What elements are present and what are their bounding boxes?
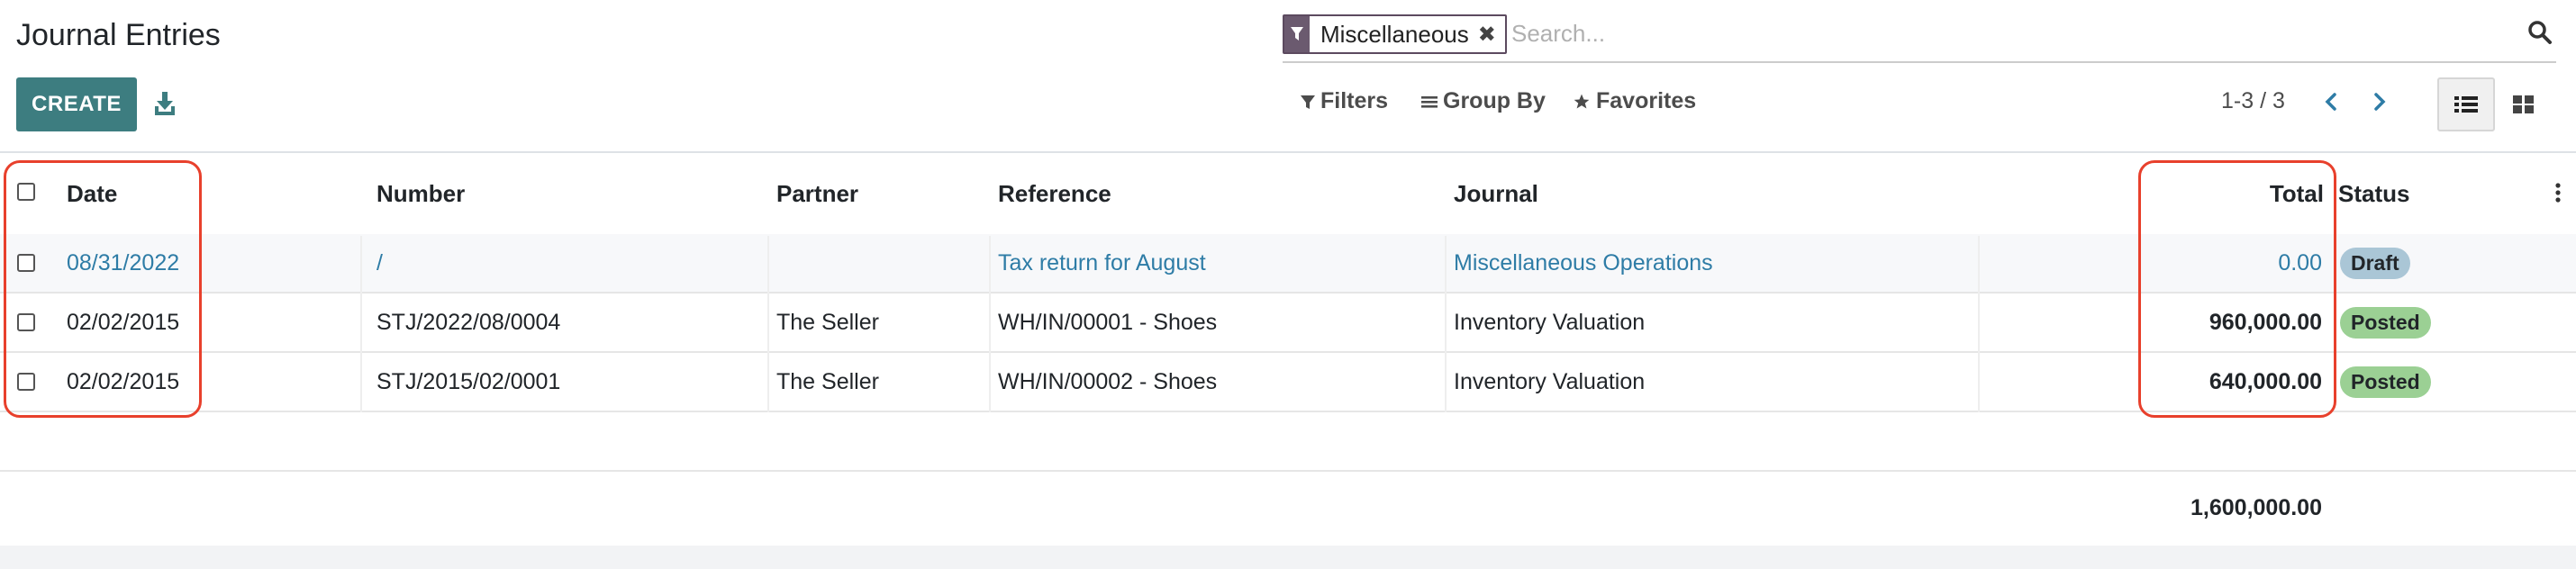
group-by-button[interactable]: Group By bbox=[1421, 88, 1546, 114]
date-column-highlight bbox=[4, 160, 202, 418]
search-input[interactable] bbox=[1510, 14, 2504, 52]
group-by-label: Group By bbox=[1443, 88, 1546, 113]
list-bars-icon bbox=[1421, 95, 1438, 108]
cell-number: STJ/2015/02/0001 bbox=[376, 369, 561, 394]
star-icon bbox=[1574, 94, 1590, 108]
create-button[interactable]: CREATE bbox=[16, 77, 137, 131]
list-view-icon bbox=[2454, 96, 2478, 113]
column-header-status[interactable]: Status bbox=[2338, 180, 2409, 208]
pager-value[interactable]: 1-3 / 3 bbox=[2221, 88, 2285, 114]
grand-total: 1,600,000.00 bbox=[2191, 495, 2322, 520]
status-badge: Draft bbox=[2340, 248, 2410, 279]
table-footer-border bbox=[0, 470, 2576, 472]
column-separator bbox=[360, 236, 362, 412]
facet-remove-icon[interactable]: ✖ bbox=[1477, 16, 1505, 52]
cell-partner: The Seller bbox=[776, 310, 879, 335]
facet-label: Miscellaneous bbox=[1310, 16, 1478, 52]
cell-journal: Inventory Valuation bbox=[1454, 310, 1646, 335]
cell-journal[interactable]: Miscellaneous Operations bbox=[1454, 250, 1713, 276]
cell-reference: WH/IN/00001 - Shoes bbox=[998, 310, 1218, 335]
column-header-reference[interactable]: Reference bbox=[998, 180, 1111, 208]
download-icon[interactable] bbox=[153, 88, 177, 117]
column-separator bbox=[1978, 236, 1980, 412]
cell-journal: Inventory Valuation bbox=[1454, 369, 1646, 394]
page-title: Journal Entries bbox=[16, 18, 221, 52]
status-badge: Posted bbox=[2340, 366, 2431, 398]
search-facet[interactable]: Miscellaneous ✖ bbox=[1283, 14, 1507, 54]
status-badge: Posted bbox=[2340, 307, 2431, 339]
column-header-partner[interactable]: Partner bbox=[776, 180, 858, 208]
cell-reference: WH/IN/00002 - Shoes bbox=[998, 369, 1218, 394]
kanban-view-icon bbox=[2513, 95, 2534, 113]
search-icon[interactable] bbox=[2527, 20, 2553, 45]
column-separator bbox=[1445, 236, 1447, 412]
cell-reference[interactable]: Tax return for August bbox=[998, 250, 1206, 276]
filters-label: Filters bbox=[1320, 88, 1389, 113]
footer-bar bbox=[0, 546, 2576, 569]
total-column-highlight bbox=[2138, 160, 2336, 418]
cell-partner: The Seller bbox=[776, 369, 879, 394]
filters-button[interactable]: Filters bbox=[1301, 88, 1388, 114]
kanban-view-button[interactable] bbox=[2495, 77, 2553, 131]
list-view-button[interactable] bbox=[2437, 77, 2495, 131]
filter-icon bbox=[1284, 16, 1310, 52]
filter-icon bbox=[1301, 95, 1315, 109]
column-header-number[interactable]: Number bbox=[376, 180, 465, 208]
chevron-left-icon[interactable] bbox=[2320, 86, 2342, 117]
cell-number[interactable]: / bbox=[376, 250, 383, 276]
column-header-journal[interactable]: Journal bbox=[1454, 180, 1538, 208]
column-separator bbox=[989, 236, 991, 412]
column-separator bbox=[767, 236, 769, 412]
optional-columns-icon[interactable] bbox=[2554, 182, 2562, 203]
cell-number: STJ/2022/08/0004 bbox=[376, 310, 561, 335]
chevron-right-icon[interactable] bbox=[2369, 86, 2390, 117]
favorites-label: Favorites bbox=[1596, 88, 1697, 113]
favorites-button[interactable]: Favorites bbox=[1573, 88, 1696, 114]
